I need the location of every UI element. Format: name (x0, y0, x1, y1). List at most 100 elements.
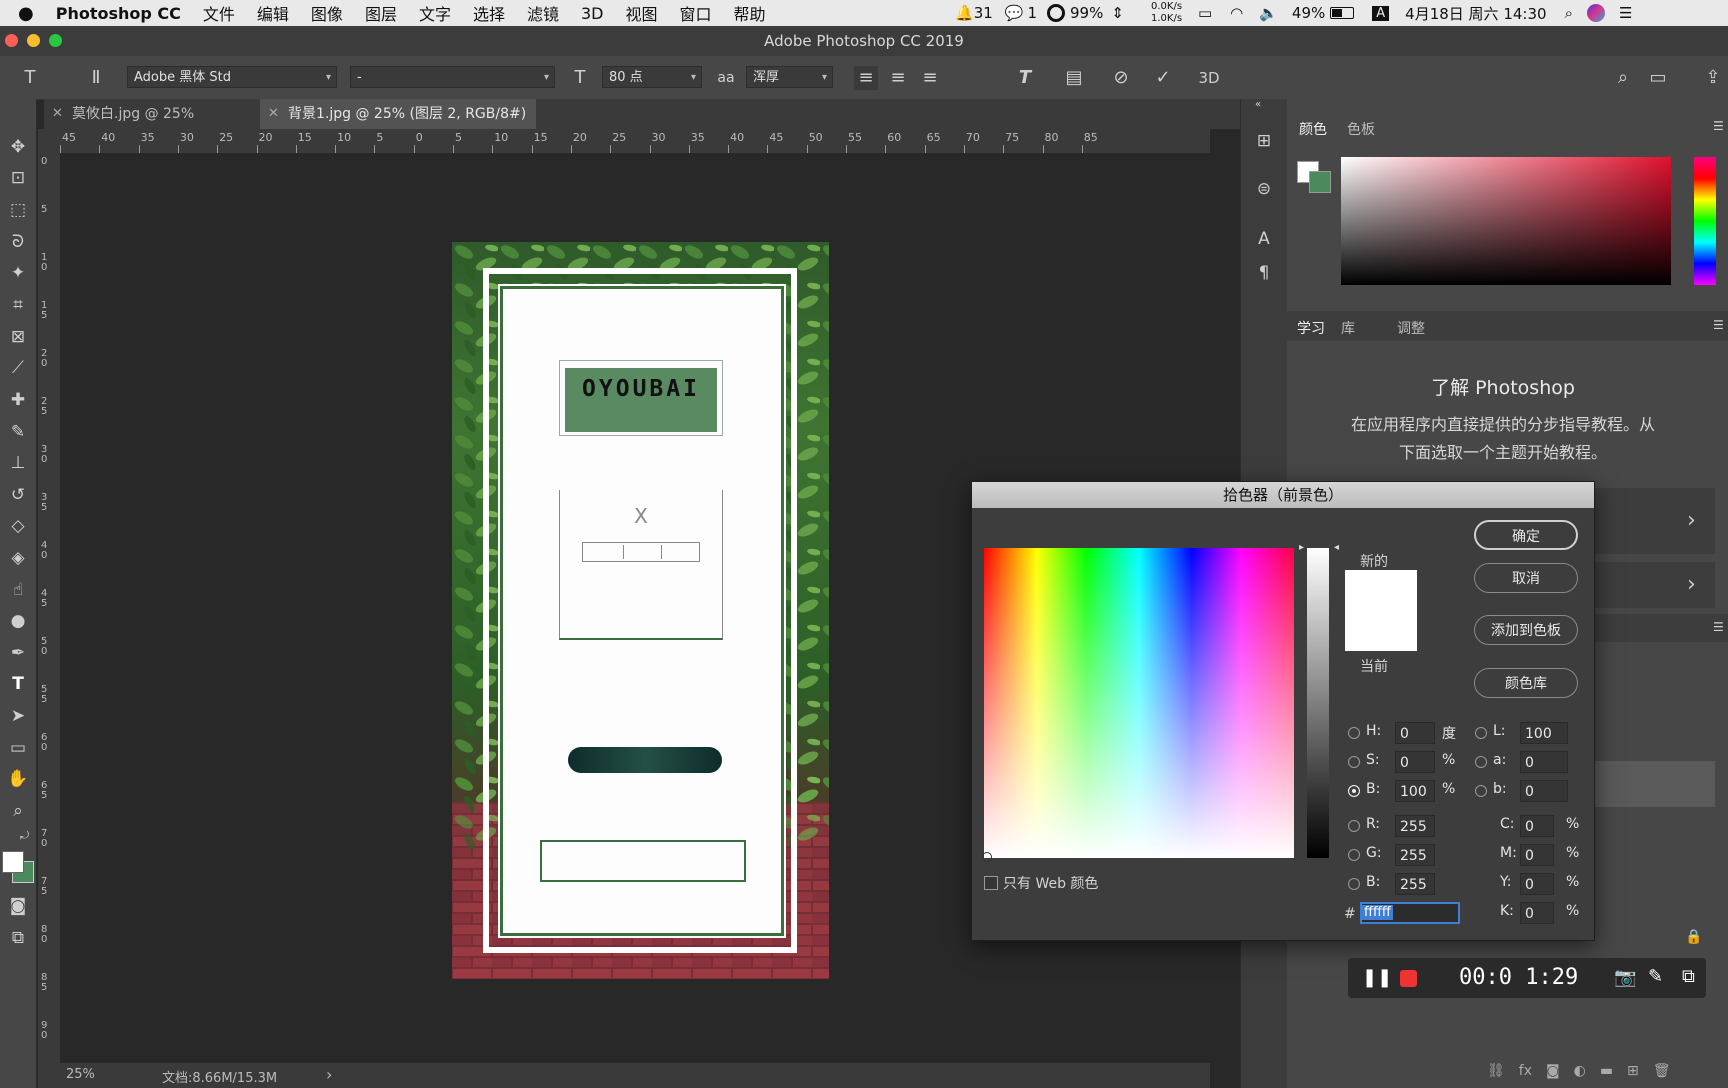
add-to-swatches-button[interactable]: 添加到色板 (1474, 615, 1578, 645)
smudge-tool-icon[interactable]: ☝ (5, 577, 31, 603)
datetime[interactable]: 4月18日 周六 14:30 (1405, 3, 1546, 24)
tab-color[interactable]: 颜色 (1299, 119, 1327, 139)
radio-h[interactable] (1348, 727, 1360, 739)
brush-tool-icon[interactable]: ✎ (5, 419, 31, 445)
font-family-select[interactable]: Adobe 黑体 Std ▾ (127, 66, 337, 88)
control-menu-icon[interactable]: ☰ (1619, 4, 1632, 22)
tab-moyoubai[interactable]: ✕莫攸白.jpg @ 25%(RGB/8#) (44, 99, 258, 152)
input-y[interactable]: 0 (1520, 873, 1554, 895)
ring-icon[interactable] (1047, 4, 1066, 22)
battery-icon[interactable] (1330, 7, 1355, 19)
menu-app-name[interactable]: Photoshop CC (56, 4, 181, 23)
airplay-icon[interactable]: ▭ (1198, 4, 1212, 22)
camera-icon[interactable]: 📷 (1614, 967, 1636, 988)
menu-layer[interactable]: 图层 (365, 1, 397, 25)
healing-brush-icon[interactable]: ✚ (5, 387, 31, 413)
tab-background1[interactable]: ✕背景1.jpg @ 25% (图层 2, RGB/8#) * (260, 99, 536, 152)
new-group-icon[interactable]: ▬ (1600, 1063, 1613, 1079)
input-k[interactable]: 0 (1520, 902, 1554, 924)
dodge-tool-icon[interactable]: ● (5, 608, 31, 634)
paint-bucket-icon[interactable]: ◈ (5, 545, 31, 571)
foreground-color-swatch[interactable] (2, 851, 24, 873)
radio-s[interactable] (1348, 756, 1360, 768)
pause-icon[interactable]: ❚❚ (1362, 967, 1392, 988)
cancel-edit-icon[interactable]: ⊘ (1109, 66, 1133, 90)
input-s[interactable]: 0 (1395, 751, 1435, 773)
menu-view[interactable]: 视图 (626, 1, 658, 25)
input-h[interactable]: 0 (1395, 722, 1435, 744)
horizontal-ruler[interactable]: 45 40 35 30 25 20 15 10 5 0 5 10 15 20 25 30 35 40 45 50 55 6… (60, 129, 1210, 154)
font-size-select[interactable]: 80 点 ▾ (602, 66, 702, 88)
wifi-icon[interactable]: ◠ (1230, 4, 1243, 22)
cancel-button[interactable]: 取消 (1474, 563, 1578, 593)
radio-r[interactable] (1348, 820, 1360, 832)
color-libraries-button[interactable]: 颜色库 (1474, 668, 1578, 698)
tab-swatches[interactable]: 色板 (1347, 119, 1375, 139)
antialias-select[interactable]: 浑厚 ▾ (746, 66, 833, 88)
input-brightness[interactable]: 100 (1395, 780, 1435, 802)
radio-lab-b[interactable] (1475, 785, 1487, 797)
character-panel-icon[interactable]: A (1252, 227, 1276, 251)
artboard-tool-icon[interactable]: ⊡ (5, 165, 31, 191)
frame-tool-icon[interactable]: ⊠ (5, 324, 31, 350)
type-tool-icon[interactable]: T (5, 671, 31, 697)
panel-bg-swatch[interactable] (1309, 171, 1331, 193)
add-mask-icon[interactable]: ◙ (1546, 1063, 1560, 1079)
align-right-icon[interactable]: ≡ (918, 66, 942, 90)
vertical-ruler[interactable]: 0 5 1 0 1 5 2 0 2 5 3 0 3 5 4 0 4 5 5 0 5 5 6 0 6 5 7 … (38, 153, 61, 1063)
3d-button[interactable]: 3D (1197, 66, 1221, 90)
history-panel-icon[interactable]: ⊞ (1252, 129, 1276, 153)
crop-tool-icon[interactable]: ⌗ (5, 292, 31, 318)
hand-tool-icon[interactable]: ✋ (5, 766, 31, 792)
stop-record-button[interactable] (1400, 970, 1417, 987)
tab-adjustments[interactable]: 调整 (1397, 318, 1425, 338)
rectangle-tool-icon[interactable]: ▭ (5, 735, 31, 761)
pen-icon[interactable]: ✎ (1648, 966, 1663, 987)
input-method[interactable]: A (1372, 5, 1390, 21)
collapse-arrows-icon[interactable]: « (1255, 99, 1261, 110)
eyedropper-icon[interactable]: ⟋ (5, 355, 31, 381)
menu-type[interactable]: 文字 (419, 1, 451, 25)
type-tool-icon[interactable]: T (18, 66, 42, 90)
sb-picker-handle[interactable] (982, 852, 992, 862)
align-center-icon[interactable]: ≡ (886, 66, 910, 90)
document-canvas[interactable]: OYOUBAI X (452, 242, 829, 979)
character-panel-icon[interactable]: ▤ (1062, 66, 1086, 90)
brightness-slider[interactable] (1307, 548, 1329, 858)
zoom-tool-icon[interactable]: ⌕ (5, 798, 31, 824)
input-blue[interactable]: 255 (1395, 873, 1435, 895)
wechat-icon[interactable]: 💬 (1005, 4, 1024, 22)
adjustment-layer-icon[interactable]: ◐ (1574, 1063, 1586, 1079)
panel-menu-icon[interactable]: ☰ (1713, 119, 1724, 133)
menu-file[interactable]: 文件 (203, 1, 235, 25)
share-icon[interactable]: ⇪ (1701, 66, 1725, 90)
radio-g[interactable] (1348, 849, 1360, 861)
input-r[interactable]: 255 (1395, 815, 1435, 837)
current-color-swatch[interactable] (1345, 610, 1417, 651)
slider-left-arrow[interactable]: ▸ (1299, 542, 1304, 553)
window-icon[interactable]: ⧉ (1682, 966, 1695, 987)
radio-blue[interactable] (1348, 878, 1360, 890)
menu-edit[interactable]: 编辑 (257, 1, 289, 25)
input-l[interactable]: 100 (1520, 722, 1568, 744)
zoom-level[interactable]: 25% (66, 1067, 95, 1082)
spotlight-icon[interactable]: ⌕ (1565, 4, 1573, 22)
paragraph-panel-icon[interactable]: ¶ (1252, 261, 1276, 285)
input-g[interactable]: 255 (1395, 844, 1435, 866)
pen-tool-icon[interactable]: ✒ (5, 640, 31, 666)
delete-layer-icon[interactable]: 🗑 (1653, 1063, 1671, 1079)
tab-libraries[interactable]: 库 (1341, 318, 1355, 338)
bell-icon[interactable]: 🔔 (955, 4, 974, 22)
color-ramp[interactable] (1341, 157, 1671, 285)
input-c[interactable]: 0 (1520, 815, 1554, 837)
new-layer-icon[interactable]: ⊞ (1627, 1063, 1639, 1079)
volume-icon[interactable]: 🔈 (1259, 4, 1278, 22)
ok-button[interactable]: 确定 (1474, 520, 1578, 550)
path-select-icon[interactable]: ➤ (5, 703, 31, 729)
font-style-select[interactable]: - ▾ (350, 66, 555, 88)
magic-wand-icon[interactable]: ✦ (5, 260, 31, 286)
close-tab-icon[interactable]: ✕ (52, 99, 63, 129)
menu-image[interactable]: 图像 (311, 1, 343, 25)
web-only-checkbox[interactable] (984, 876, 998, 890)
workspace-icon[interactable]: ▭ (1646, 66, 1670, 90)
